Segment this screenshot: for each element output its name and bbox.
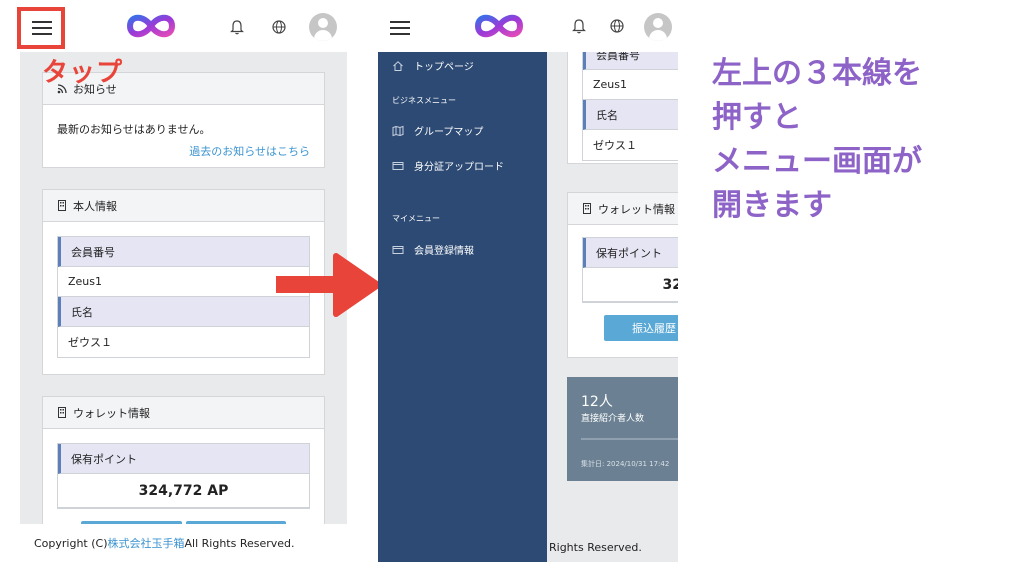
sidebar-item-group-map[interactable]: グループマップ — [392, 123, 483, 138]
sidebar-item-member-info[interactable]: 会員登録情報 — [392, 242, 474, 257]
hamburger-highlight — [17, 7, 65, 49]
footer-suffix: All Rights Reserved. — [184, 536, 295, 550]
profile-card-partial: 会員番号 Zeus1 氏名 ゼウス１ — [567, 40, 678, 164]
my-menu-heading: マイメニュー — [392, 214, 440, 223]
transfer-history-button[interactable]: 振込履歴 — [604, 315, 678, 341]
footer-partial: Rights Reserved. — [549, 540, 642, 554]
referral-label: 直接紹介者人数 — [581, 414, 645, 424]
sidebar-item-label: 身分証アップロード — [414, 162, 504, 173]
points-label: 保有ポイント — [58, 444, 309, 474]
sidebar-item-label: 会員登録情報 — [414, 246, 474, 257]
name-value: ゼウス１ — [593, 139, 637, 152]
building-icon — [58, 407, 66, 418]
news-empty-text: 最新のお知らせはありません。 — [57, 123, 211, 136]
instruction-line-4: 開きます — [712, 188, 832, 223]
wallet-card-partial: ウォレット情報 保有ポイント 32 振込履歴 — [567, 192, 678, 358]
infinity-logo — [474, 14, 524, 38]
points-value-partial: 32 — [583, 268, 678, 302]
card-icon — [392, 245, 404, 254]
name-label: 氏名 — [583, 100, 678, 130]
member-no-value: Zeus1 — [583, 70, 678, 100]
infinity-logo — [126, 14, 176, 38]
globe-icon[interactable] — [270, 18, 288, 36]
sidebar-item-label: グループマップ — [414, 127, 484, 138]
profile-card-title: 本人情報 — [73, 199, 117, 213]
tap-label: タップ — [42, 58, 124, 88]
globe-icon[interactable] — [608, 17, 626, 35]
sidebar-item-id-upload[interactable]: 身分証アップロード — [392, 158, 504, 173]
sidebar-item-top-page[interactable]: トップページ — [392, 58, 474, 73]
sidebar-menu: トップページ ビジネスメニュー グループマップ 身分証アップロード マイメニュー… — [378, 52, 547, 562]
arrow-right-icon — [276, 253, 381, 317]
past-news-link[interactable]: 過去のお知らせはこちら — [189, 145, 310, 158]
name-value: ゼウス１ — [68, 336, 112, 349]
instruction-line-1: 左上の３本線を — [712, 56, 922, 91]
sidebar-item-label: トップページ — [414, 62, 474, 73]
card-icon — [392, 161, 404, 170]
profile-card-header: 本人情報 — [43, 190, 324, 222]
business-menu-heading: ビジネスメニュー — [392, 96, 456, 105]
footer: Copyright (C) 株式会社玉手箱 All Rights Reserve… — [20, 524, 347, 562]
wallet-card-body-partial: 保有ポイント 32 振込履歴 — [568, 225, 678, 341]
news-card-body: 最新のお知らせはありません。 過去のお知らせはこちら — [43, 105, 324, 173]
wallet-card-header: ウォレット情報 — [43, 397, 324, 429]
profile-card-body-partial: 会員番号 Zeus1 氏名 ゼウス１ — [568, 40, 678, 161]
referral-stat-card: 12人 直接紹介者人数 集計日: 2024/10/31 17:42 — [567, 377, 678, 481]
home-icon — [393, 60, 403, 71]
referral-count: 12人 — [581, 394, 613, 410]
wallet-card-header: ウォレット情報 — [568, 193, 678, 225]
avatar[interactable] — [309, 13, 337, 41]
instruction-text: 左上の３本線を 押すと メニュー画面が 開きます — [712, 52, 922, 228]
building-icon — [58, 200, 66, 211]
bell-icon[interactable] — [228, 18, 246, 36]
points-value: 324,772 AP — [58, 474, 309, 508]
points-label: 保有ポイント — [583, 238, 678, 268]
referral-progress — [581, 438, 678, 440]
avatar[interactable] — [644, 13, 672, 41]
instruction-line-2: 押すと — [712, 100, 802, 135]
wallet-table-partial: 保有ポイント 32 — [582, 237, 678, 303]
right-screen: 会員番号 Zeus1 氏名 ゼウス１ ウォレット情報 保有ポイント 32 振込履… — [378, 0, 678, 562]
map-icon — [392, 125, 404, 136]
footer-prefix: Copyright (C) — [34, 536, 108, 550]
hamburger-icon[interactable] — [390, 21, 410, 35]
building-icon — [583, 203, 591, 214]
wallet-card-title: ウォレット情報 — [598, 202, 675, 216]
top-bar — [378, 0, 678, 52]
company-link[interactable]: 株式会社玉手箱 — [108, 535, 185, 551]
wallet-card-title: ウォレット情報 — [73, 406, 150, 420]
instruction-line-3: メニュー画面が — [712, 144, 922, 179]
top-bar — [20, 0, 347, 52]
profile-table-partial: 会員番号 Zeus1 氏名 ゼウス１ — [582, 40, 678, 161]
wallet-table: 保有ポイント 324,772 AP — [57, 443, 310, 509]
referral-timestamp: 集計日: 2024/10/31 17:42 — [581, 460, 670, 468]
bell-icon[interactable] — [570, 17, 588, 35]
